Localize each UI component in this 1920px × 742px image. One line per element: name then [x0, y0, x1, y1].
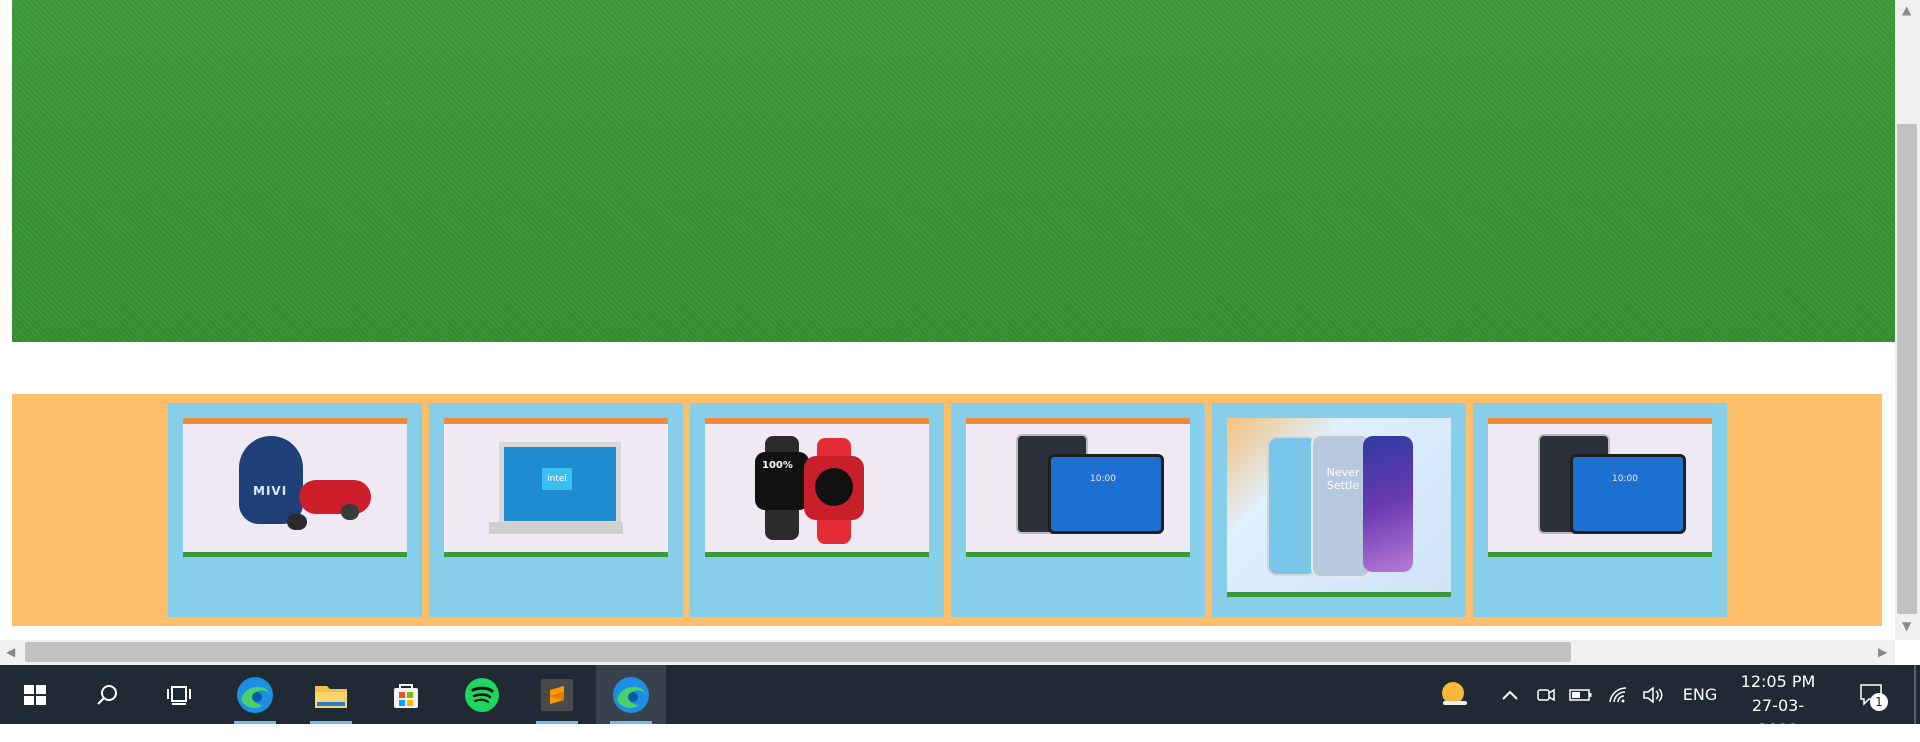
meet-now-icon[interactable] — [1532, 665, 1560, 724]
clock[interactable]: 12:05 PM 27-03-2022 — [1736, 670, 1820, 742]
phone-slogan-text: Never Settle — [1326, 466, 1360, 492]
wifi-icon[interactable] — [1604, 665, 1634, 724]
file-explorer-icon[interactable] — [296, 665, 366, 724]
battery-icon[interactable] — [1566, 665, 1596, 724]
tablet-clock-text: 10:00 — [1612, 474, 1638, 484]
weather-icon[interactable] — [1435, 665, 1475, 724]
scroll-up-arrow-icon[interactable]: ▲ — [1902, 4, 1911, 16]
sublime-text-icon[interactable] — [522, 665, 592, 724]
product-card-phones[interactable]: Never Settle — [1212, 403, 1466, 617]
product-card-tablet-2[interactable]: 10:00 — [1473, 403, 1727, 617]
spotify-icon[interactable] — [447, 665, 517, 724]
show-hidden-icons-icon[interactable] — [1496, 665, 1524, 724]
product-card-speaker[interactable]: MIVI — [168, 403, 422, 617]
product-image-laptop[interactable]: intel — [444, 418, 668, 557]
edge-icon[interactable] — [220, 665, 290, 724]
microsoft-store-icon[interactable] — [371, 665, 441, 724]
green-banner-image — [12, 0, 1895, 342]
product-strip: MIVI intel 100% 10:00 Never Settle 10:00 — [12, 394, 1882, 626]
task-view-icon[interactable] — [144, 665, 214, 724]
product-image-speaker[interactable]: MIVI — [183, 418, 407, 557]
browser-viewport: MIVI intel 100% 10:00 Never Settle 10:00 — [0, 0, 1895, 640]
scroll-down-arrow-icon[interactable]: ▼ — [1902, 620, 1911, 632]
scroll-right-arrow-icon[interactable]: ▶ — [1878, 646, 1887, 658]
edge-active-icon[interactable] — [596, 665, 666, 724]
scroll-left-arrow-icon[interactable]: ◀ — [6, 646, 15, 658]
clock-date: 27-03-2022 — [1751, 696, 1805, 739]
horizontal-scrollbar-thumb[interactable] — [25, 642, 1571, 662]
volume-icon[interactable] — [1638, 665, 1668, 724]
clock-time: 12:05 PM — [1740, 672, 1816, 691]
vertical-scrollbar-thumb[interactable] — [1897, 124, 1917, 614]
product-card-tablet[interactable]: 10:00 — [951, 403, 1205, 617]
product-image-tablet-2[interactable]: 10:00 — [1488, 418, 1712, 557]
product-card-watches[interactable]: 100% — [690, 403, 944, 617]
product-image-phones[interactable]: Never Settle — [1227, 418, 1451, 597]
search-icon[interactable] — [72, 665, 142, 724]
notification-count-badge: 1 — [1870, 693, 1888, 711]
tablet-clock-text: 10:00 — [1090, 474, 1116, 484]
mivi-logo: MIVI — [253, 484, 288, 498]
windows-start-icon[interactable] — [0, 665, 70, 724]
watch-display-text: 100% — [762, 460, 793, 471]
language-indicator[interactable]: ENG — [1676, 665, 1724, 724]
show-desktop-button[interactable] — [1914, 665, 1916, 724]
intel-logo: intel — [542, 468, 572, 490]
product-card-laptop[interactable]: intel — [429, 403, 683, 617]
product-image-tablet[interactable]: 10:00 — [966, 418, 1190, 557]
product-image-watches[interactable]: 100% — [705, 418, 929, 557]
